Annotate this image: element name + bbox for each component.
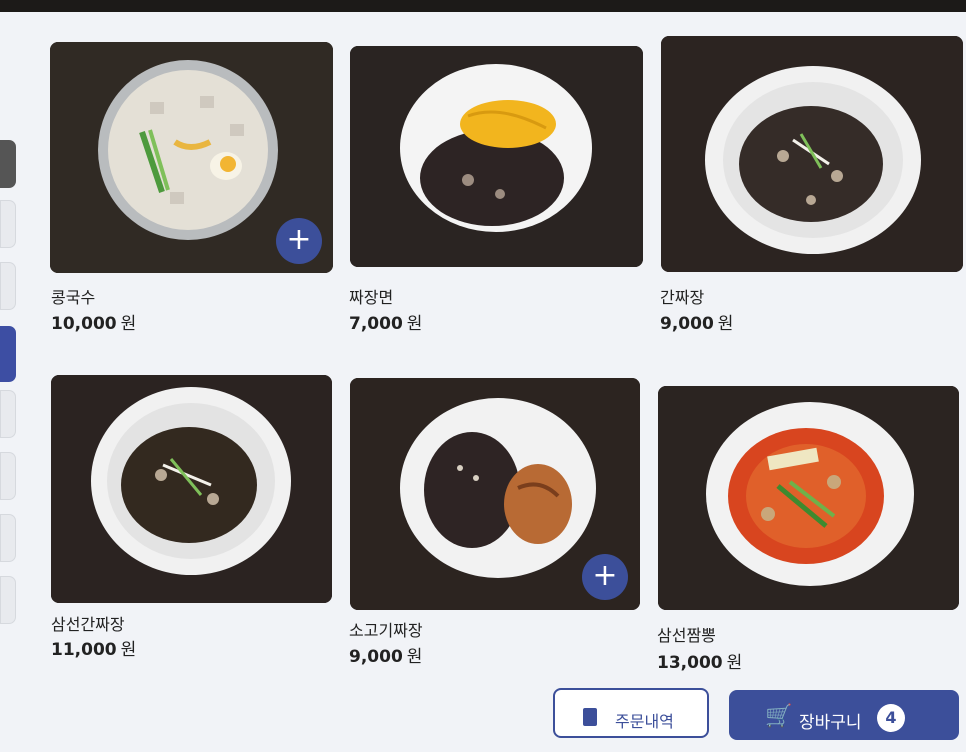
menu-item-name: 간짜장 [660,288,705,307]
menu-item-price: 9,000 원 [349,647,423,667]
category-tab-4[interactable] [0,326,16,382]
order-history-label: 주문내역 [615,712,674,731]
category-tab-8[interactable] [0,576,16,624]
samseon-ganjjajang-photo[interactable] [51,375,332,603]
jjajangmyeon-photo[interactable] [350,46,643,267]
category-sidebar [0,0,18,725]
menu-item-price: 13,000 원 [657,653,743,673]
menu-item-price: 11,000 원 [51,640,137,660]
menu-item-name: 삼선간짜장 [51,615,125,634]
category-tab-7[interactable] [0,514,16,562]
menu-item-name: 짜장면 [349,288,394,307]
menu-item-price: 7,000 원 [349,314,423,334]
cart-count-badge: 4 [877,704,905,732]
category-tab-3[interactable] [0,262,16,310]
cart-label: 장바구니 [799,713,862,733]
category-tab-5[interactable] [0,390,16,438]
menu-item-name: 삼선짬뽕 [657,626,716,645]
order-history-button[interactable]: 주문내역 [553,688,709,738]
cart-icon: 🛒 [765,704,793,729]
add-to-cart-button[interactable]: + [276,218,322,264]
category-tab-1[interactable] [0,140,16,188]
menu-item-price: 10,000 원 [51,314,137,334]
category-tab-2[interactable] [0,200,16,248]
clipboard-icon [583,708,597,726]
cart-button[interactable]: 🛒 장바구니 4 [729,690,959,740]
ganjjajang-photo[interactable] [661,36,963,272]
menu-item-price: 9,000 원 [660,314,734,334]
menu-item-name: 소고기짜장 [349,621,423,640]
category-tab-6[interactable] [0,452,16,500]
menu-item-name: 콩국수 [51,288,96,307]
add-to-cart-button[interactable]: + [582,554,628,600]
samseon-jjamppong-photo[interactable] [658,386,959,610]
